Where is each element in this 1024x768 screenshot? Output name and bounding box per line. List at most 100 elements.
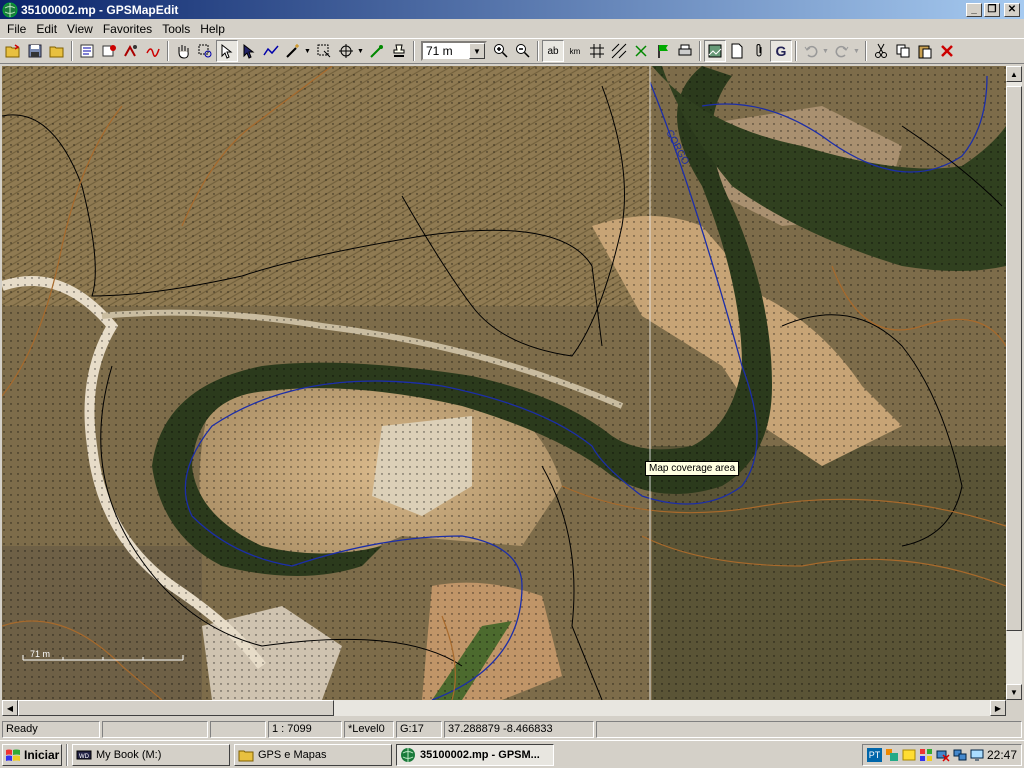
scroll-right-icon[interactable]: ▶ [990,700,1006,716]
chevron-down-icon[interactable]: ▼ [853,48,860,55]
magic-wand-icon[interactable] [282,40,304,62]
status-ready: Ready [2,720,100,738]
print-icon[interactable] [674,40,696,62]
add-point-icon[interactable] [366,40,388,62]
taskbar: Iniciar WD My Book (M:) GPS e Mapas 3510… [0,740,1024,768]
open-folder-icon[interactable] [2,40,24,62]
status-gps: G:17 [396,720,442,738]
vertical-scrollbar[interactable]: ▲ ▼ [1006,66,1022,700]
scroll-corner [1006,700,1022,716]
globe-icon [2,2,18,17]
zoom-value: 71 m [426,44,453,58]
toolbar-separator [865,41,867,61]
minimize-button[interactable]: _ [966,2,982,17]
hatch-icon[interactable] [608,40,630,62]
zoom-in-icon[interactable] [490,40,512,62]
menu-help[interactable]: Help [195,22,230,36]
zoom-select[interactable]: 71 m ▼ [421,41,487,61]
delete-icon[interactable] [936,40,958,62]
toolbar-separator [699,41,701,61]
google-button[interactable]: G [770,40,792,62]
track-icon[interactable] [142,40,164,62]
status-bar: Ready 1 : 7099 *Level0 G:17 37.288879 -8… [0,719,1024,739]
close-button[interactable]: ✕ [1004,2,1020,17]
chevron-down-icon[interactable]: ▼ [357,48,364,55]
status-panel-empty [210,720,266,738]
labels-toggle-button[interactable]: ab [542,40,564,62]
status-panel-empty [102,720,208,738]
map-canvas[interactable]: CORGO Map coverage area 71 m [2,66,1006,700]
tray-clock: 22:47 [986,747,1017,762]
horizontal-scroll-thumb[interactable] [18,700,334,716]
restore-button[interactable]: ❐ [984,2,1000,17]
taskbar-separator [66,743,68,766]
page-icon[interactable] [726,40,748,62]
folder-icon[interactable] [46,40,68,62]
menu-edit[interactable]: Edit [31,22,62,36]
start-label: Iniciar [24,747,60,762]
tray-monitor-icon[interactable] [970,748,984,762]
svg-text:WD: WD [79,754,90,760]
map-settings-icon[interactable] [98,40,120,62]
flag-icon[interactable] [652,40,674,62]
language-indicator[interactable]: PT [867,747,882,762]
start-button[interactable]: Iniciar [2,743,62,766]
scroll-left-icon[interactable]: ◀ [2,700,18,716]
menu-tools[interactable]: Tools [157,22,195,36]
tray-security-icon[interactable] [902,748,916,762]
scroll-down-icon[interactable]: ▼ [1006,684,1022,700]
distance-tool-button[interactable]: km [564,40,586,62]
paste-icon[interactable] [914,40,936,62]
toolbar-separator [413,41,415,61]
polyline-icon[interactable] [260,40,282,62]
taskbar-item-label: GPS e Mapas [258,748,327,761]
grid-icon[interactable] [586,40,608,62]
taskbar-item-label: 35100002.mp - GPSM... [420,748,540,761]
menu-favorites[interactable]: Favorites [98,22,157,36]
save-icon[interactable] [24,40,46,62]
stamp-icon[interactable] [388,40,410,62]
scroll-up-icon[interactable]: ▲ [1006,66,1022,82]
node-edit-icon[interactable] [238,40,260,62]
taskbar-item-gpsmapedit[interactable]: 35100002.mp - GPSM... [396,743,554,766]
attach-icon[interactable] [748,40,770,62]
chevron-down-icon[interactable]: ▼ [822,48,829,55]
globe-icon [401,747,415,762]
hand-pan-icon[interactable] [172,40,194,62]
undo-icon[interactable] [800,40,822,62]
satellite-map[interactable]: CORGO [2,66,1006,700]
vertical-scroll-thumb[interactable] [1006,86,1022,631]
zoom-rect-icon[interactable] [194,40,216,62]
drive-icon: WD [76,750,92,760]
move-icon[interactable] [335,40,357,62]
chevron-down-icon[interactable]: ▼ [304,48,311,55]
status-scale: 1 : 7099 [268,720,342,738]
properties-icon[interactable] [76,40,98,62]
toolbar: ▼ ▼ 71 m ▼ ab km G ▼ ▼ [0,38,1024,64]
taskbar-item-gps-folder[interactable]: GPS e Mapas [234,743,392,766]
copy-icon[interactable] [892,40,914,62]
redo-icon[interactable] [831,40,853,62]
tray-windows-icon[interactable] [919,748,933,762]
chevron-down-icon[interactable]: ▼ [469,43,485,59]
routing-nodes-icon[interactable] [630,40,652,62]
cut-icon[interactable] [870,40,892,62]
menu-file[interactable]: File [2,22,31,36]
toolbar-separator [167,41,169,61]
horizontal-scrollbar[interactable]: ◀ ▶ [2,700,1006,716]
menu-view[interactable]: View [62,22,98,36]
scale-label: 71 m [30,649,51,659]
window-title: 35100002.mp - GPSMapEdit [21,2,179,17]
select-arrow-icon[interactable] [216,40,238,62]
taskbar-item-label: My Book (M:) [96,748,162,761]
taskbar-item-my-book[interactable]: WD My Book (M:) [72,743,230,766]
distance-tool-label: km [569,46,581,56]
zoom-out-icon[interactable] [512,40,534,62]
cut-polygon-icon[interactable] [313,40,335,62]
route-icon[interactable] [120,40,142,62]
raster-image-icon[interactable] [704,40,726,62]
tray-network-icon[interactable] [953,748,967,762]
tray-network-error-icon[interactable] [936,748,950,762]
tray-apps-icon[interactable] [885,748,899,762]
coverage-pattern [2,66,1006,700]
